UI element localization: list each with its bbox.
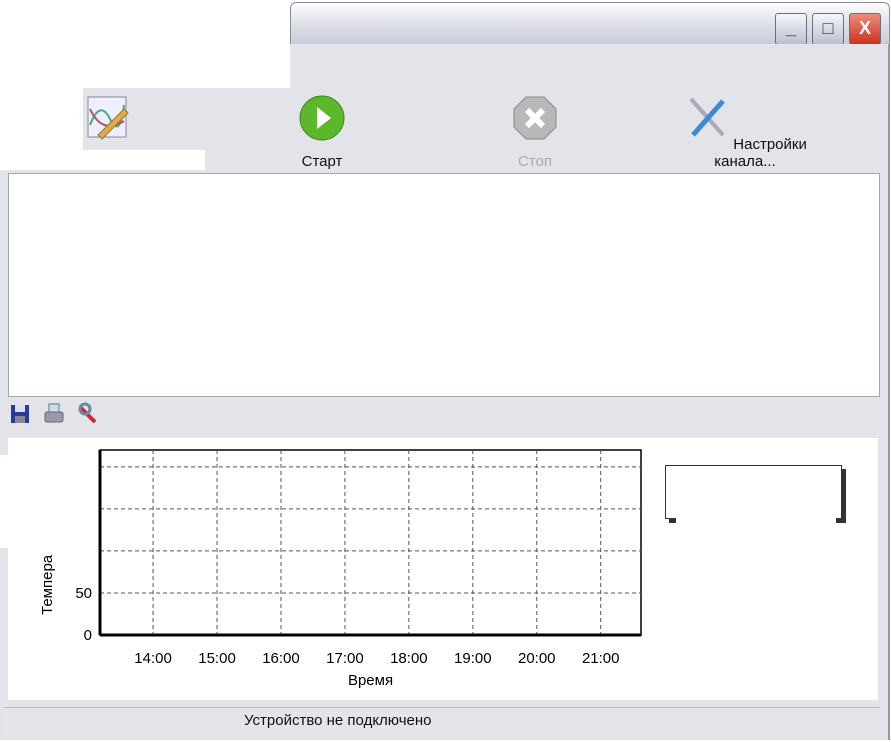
temperature-chart: 14:00 15:00 16:00 17:00 18:00 19:00 20:00 21:00… — [39, 449, 642, 689]
status-text: Устройство не подключено — [244, 712, 432, 729]
redaction — [0, 455, 98, 548]
x-tick-label: 21:00 — [582, 650, 620, 667]
x-tick-label: 15:00 — [198, 650, 236, 667]
redaction — [676, 476, 836, 524]
x-tick-label: 17:00 — [326, 650, 364, 667]
x-tick-label: 18:00 — [390, 650, 428, 667]
x-tick-label: 16:00 — [262, 650, 300, 667]
y-tick-label: 50 — [75, 585, 92, 602]
x-tick-label: 14:00 — [134, 650, 172, 667]
y-axis-title: Темпера — [39, 554, 56, 615]
plot-area — [99, 449, 642, 636]
x-axis-title: Время — [348, 672, 393, 689]
y-tick-label: 0 — [84, 627, 92, 644]
x-tick-label: 19:00 — [454, 650, 492, 667]
x-tick-label: 20:00 — [518, 650, 556, 667]
status-bar: Устройство не подключено — [4, 707, 880, 734]
